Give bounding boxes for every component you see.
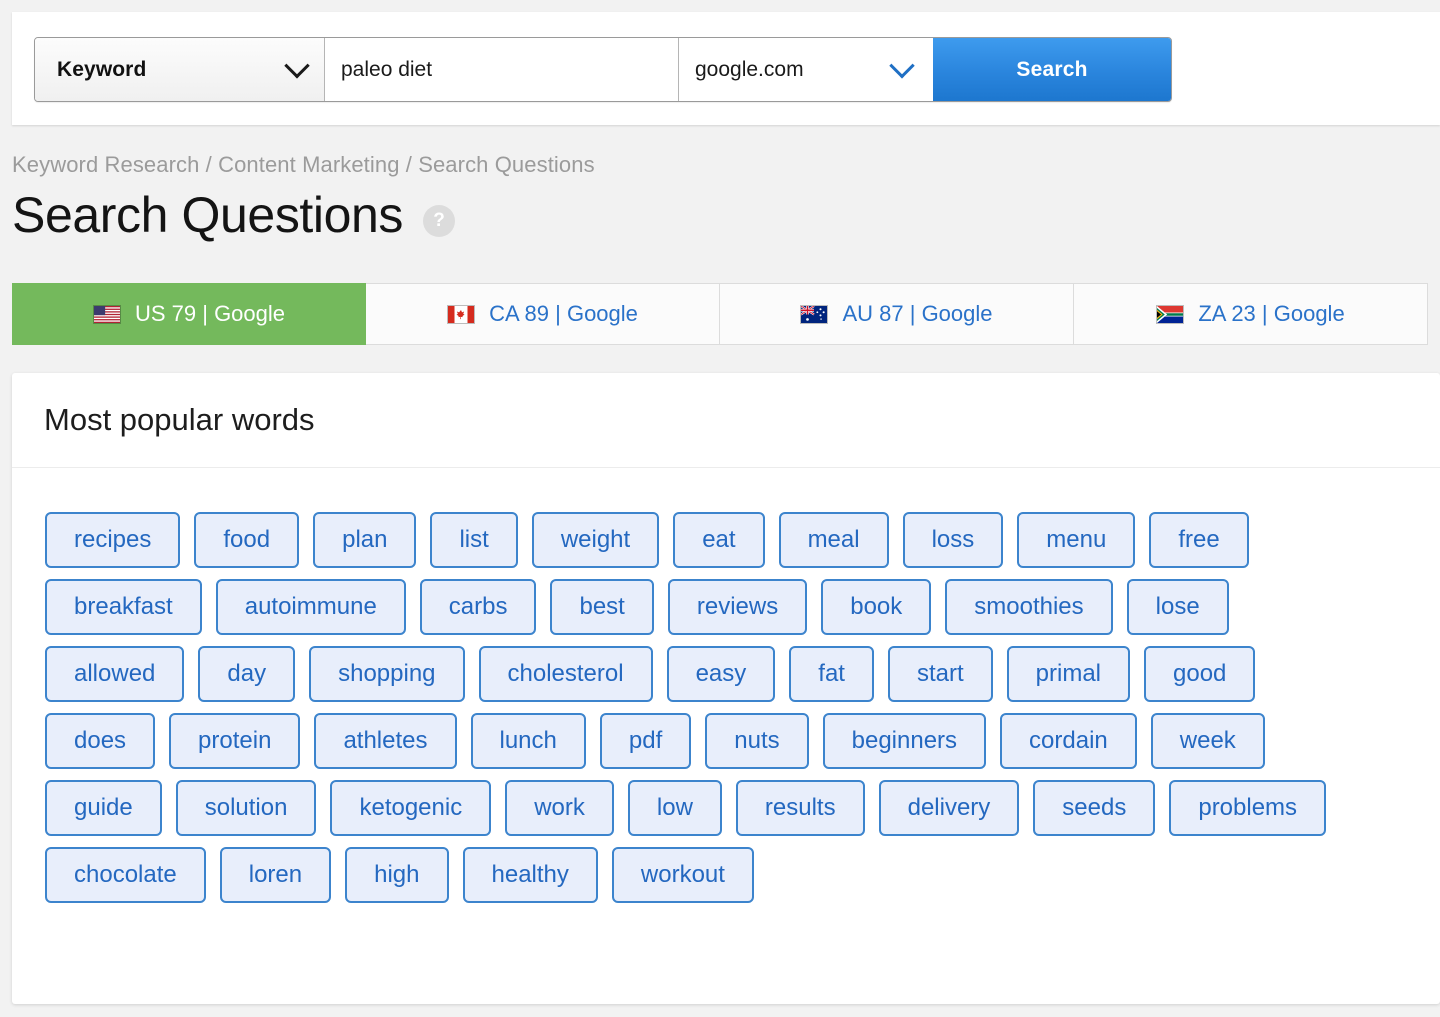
search-engine-label: google.com [695, 58, 804, 82]
search-button[interactable]: Search [933, 38, 1171, 101]
keyword-type-label: Keyword [57, 58, 146, 82]
word-chip[interactable]: menu [1017, 512, 1135, 568]
word-chip[interactable]: plan [313, 512, 416, 568]
word-chip[interactable]: does [45, 713, 155, 769]
chevron-down-icon [284, 53, 309, 78]
word-chip[interactable]: guide [45, 780, 162, 836]
tab-za[interactable]: ZA 23 | Google [1074, 283, 1428, 345]
tab-za-label: ZA 23 | Google [1198, 301, 1344, 327]
tab-au[interactable]: AU 87 | Google [720, 283, 1074, 345]
word-chip[interactable]: pdf [600, 713, 691, 769]
word-chip[interactable]: protein [169, 713, 300, 769]
search-questions-page: Keyword paleo diet google.com Search Key… [0, 0, 1440, 1017]
chevron-down-icon [889, 53, 914, 78]
us-flag-icon [93, 305, 121, 324]
word-chip[interactable]: eat [673, 512, 764, 568]
tab-us[interactable]: US 79 | Google [12, 283, 366, 345]
word-chip[interactable]: autoimmune [216, 579, 406, 635]
au-flag-icon [800, 305, 828, 324]
word-chip[interactable]: primal [1007, 646, 1130, 702]
word-chip[interactable]: book [821, 579, 931, 635]
keyword-type-select[interactable]: Keyword [35, 38, 325, 101]
word-chip[interactable]: loren [220, 847, 331, 903]
card-title: Most popular words [44, 402, 315, 438]
most-popular-words-card: Most popular words recipesfoodplanlistwe… [12, 373, 1440, 1004]
word-chip[interactable]: shopping [309, 646, 464, 702]
word-chip[interactable]: work [505, 780, 614, 836]
word-chip[interactable]: cordain [1000, 713, 1137, 769]
word-chip-list: recipesfoodplanlist weighteatmeallossmenu… [12, 468, 1352, 903]
word-chip[interactable]: cholesterol [479, 646, 653, 702]
word-chip[interactable]: list [430, 512, 517, 568]
tab-ca-label: CA 89 | Google [489, 301, 638, 327]
word-chip[interactable]: good [1144, 646, 1255, 702]
page-title: Search Questions [12, 190, 403, 240]
word-chip[interactable]: seeds [1033, 780, 1155, 836]
word-chip[interactable]: loss [903, 512, 1004, 568]
word-chip[interactable]: carbs [420, 579, 537, 635]
word-chip[interactable]: workout [612, 847, 754, 903]
keyword-input-value: paleo diet [341, 58, 432, 82]
word-chip[interactable]: healthy [463, 847, 598, 903]
word-chip[interactable]: low [628, 780, 722, 836]
word-chip[interactable]: lunch [471, 713, 586, 769]
search-engine-select[interactable]: google.com [679, 38, 933, 101]
tab-ca[interactable]: CA 89 | Google [366, 283, 720, 345]
country-tabs: US 79 | Google CA 89 | Google [12, 283, 1440, 345]
word-chip[interactable]: smoothies [945, 579, 1112, 635]
word-chip[interactable]: best [550, 579, 653, 635]
word-chip[interactable]: lose [1127, 579, 1229, 635]
word-chip[interactable]: fat [789, 646, 874, 702]
word-chip[interactable]: results [736, 780, 865, 836]
word-chip[interactable]: ketogenic [330, 780, 491, 836]
word-chip[interactable]: beginners [823, 713, 986, 769]
word-chip[interactable]: high [345, 847, 448, 903]
word-chip[interactable]: solution [176, 780, 317, 836]
word-chip[interactable]: start [888, 646, 993, 702]
za-flag-icon [1156, 305, 1184, 324]
keyword-input[interactable]: paleo diet [325, 38, 679, 101]
word-chip[interactable]: problems [1169, 780, 1326, 836]
search-group: Keyword paleo diet google.com Search [34, 37, 1172, 102]
word-chip[interactable]: day [198, 646, 295, 702]
word-chip[interactable]: reviews [668, 579, 807, 635]
word-chip[interactable]: nuts [705, 713, 808, 769]
word-chip[interactable]: allowed [45, 646, 184, 702]
word-chip[interactable]: free [1149, 512, 1248, 568]
page-title-row: Search Questions ? [12, 190, 455, 240]
help-icon[interactable]: ? [423, 205, 455, 237]
tab-au-label: AU 87 | Google [842, 301, 992, 327]
card-header: Most popular words [12, 373, 1440, 468]
breadcrumb[interactable]: Keyword Research / Content Marketing / S… [12, 152, 595, 178]
word-chip[interactable]: week [1151, 713, 1265, 769]
word-chip[interactable]: food [194, 512, 299, 568]
tab-us-label: US 79 | Google [135, 301, 285, 327]
search-bar-panel: Keyword paleo diet google.com Search [12, 12, 1440, 125]
word-chip[interactable]: athletes [314, 713, 456, 769]
word-chip[interactable]: breakfast [45, 579, 202, 635]
word-chip[interactable]: easy [667, 646, 776, 702]
word-chip[interactable]: recipes [45, 512, 180, 568]
word-chip[interactable]: meal [779, 512, 889, 568]
word-chip[interactable]: weight [532, 512, 659, 568]
ca-flag-icon [447, 305, 475, 324]
word-chip[interactable]: delivery [879, 780, 1020, 836]
word-chip[interactable]: chocolate [45, 847, 206, 903]
